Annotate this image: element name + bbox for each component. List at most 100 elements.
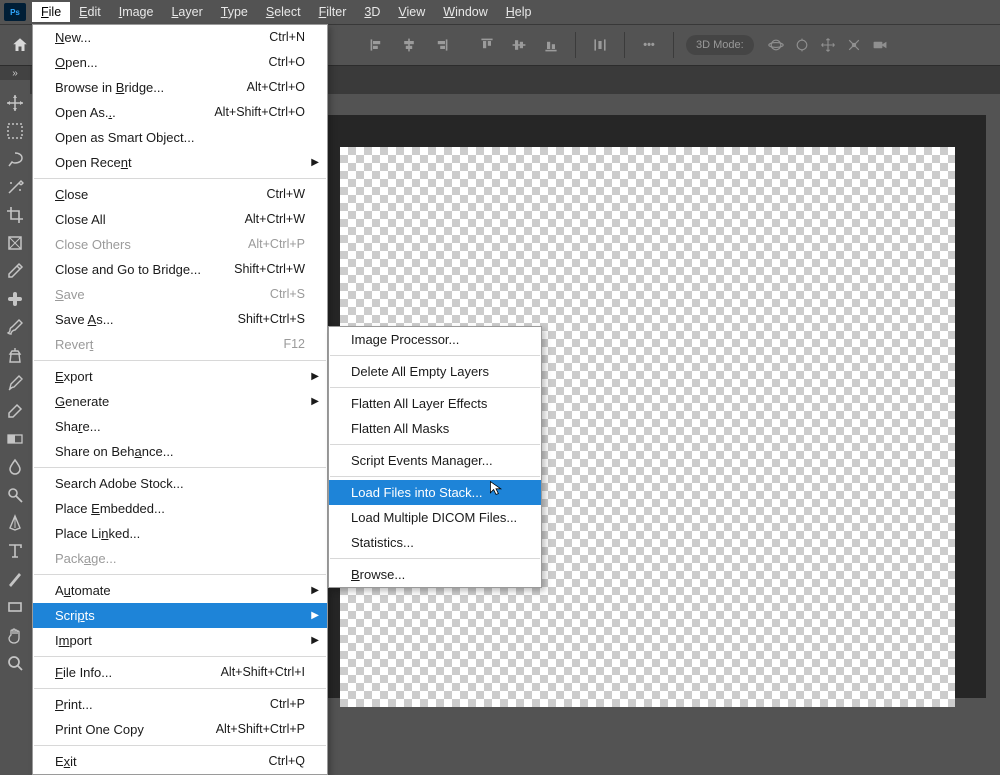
- separator: [330, 444, 540, 445]
- menu-item-label: Delete All Empty Layers: [351, 363, 489, 380]
- file-print-one-copy[interactable]: Print One CopyAlt+Shift+Ctrl+P: [33, 717, 327, 742]
- tool-lasso-icon[interactable]: [2, 146, 28, 172]
- menu-item-label: Share...: [55, 418, 101, 435]
- separator: [575, 32, 576, 58]
- align-left-icon[interactable]: [365, 33, 389, 57]
- file-export[interactable]: Export▶: [33, 364, 327, 389]
- more-icon[interactable]: •••: [637, 33, 661, 57]
- pan-icon[interactable]: [820, 37, 836, 53]
- menu-view[interactable]: View: [389, 2, 434, 22]
- tool-brush-icon[interactable]: [2, 314, 28, 340]
- scripts-script-events-manager[interactable]: Script Events Manager...: [329, 448, 541, 473]
- tool-crop-icon[interactable]: [2, 202, 28, 228]
- menu-file[interactable]: File: [32, 2, 70, 22]
- file-close-all[interactable]: Close AllAlt+Ctrl+W: [33, 207, 327, 232]
- scripts-image-processor[interactable]: Image Processor...: [329, 327, 541, 352]
- file-automate[interactable]: Automate▶: [33, 578, 327, 603]
- scripts-flatten-all-masks[interactable]: Flatten All Masks: [329, 416, 541, 441]
- menu-image[interactable]: Image: [110, 2, 163, 22]
- file-save: SaveCtrl+S: [33, 282, 327, 307]
- file-generate[interactable]: Generate▶: [33, 389, 327, 414]
- menu-type[interactable]: Type: [212, 2, 257, 22]
- menu-select[interactable]: Select: [257, 2, 310, 22]
- file-file-info[interactable]: File Info...Alt+Shift+Ctrl+I: [33, 660, 327, 685]
- separator: [624, 32, 625, 58]
- tool-eyedrop-icon[interactable]: [2, 258, 28, 284]
- home-icon[interactable]: [8, 33, 32, 57]
- file-open-recent[interactable]: Open Recent▶: [33, 150, 327, 175]
- menu-item-label: Export: [55, 368, 93, 385]
- tool-heal-icon[interactable]: [2, 286, 28, 312]
- tool-clone-icon[interactable]: [2, 342, 28, 368]
- tool-blur-icon[interactable]: [2, 454, 28, 480]
- tool-move-icon[interactable]: [2, 90, 28, 116]
- orbit-icon[interactable]: [768, 37, 784, 53]
- file-save-as[interactable]: Save As...Shift+Ctrl+S: [33, 307, 327, 332]
- menu-window[interactable]: Window: [434, 2, 496, 22]
- tool-hand-icon[interactable]: [2, 622, 28, 648]
- align-right-icon[interactable]: [429, 33, 453, 57]
- menu-edit[interactable]: Edit: [70, 2, 110, 22]
- menu-filter[interactable]: Filter: [310, 2, 356, 22]
- align-bottom-icon[interactable]: [539, 33, 563, 57]
- tool-dodge-icon[interactable]: [2, 482, 28, 508]
- file-import[interactable]: Import▶: [33, 628, 327, 653]
- menu-item-label: Open as Smart Object...: [55, 129, 194, 146]
- file-close[interactable]: Close Ctrl+W: [33, 182, 327, 207]
- scripts-statistics[interactable]: Statistics...: [329, 530, 541, 555]
- slide-icon[interactable]: [846, 37, 862, 53]
- file-share[interactable]: Share...: [33, 414, 327, 439]
- scripts-load-files-into-stack[interactable]: Load Files into Stack...: [329, 480, 541, 505]
- tool-type-icon[interactable]: [2, 538, 28, 564]
- expand-panels-icon[interactable]: »: [0, 66, 30, 80]
- align-center-v-icon[interactable]: [507, 33, 531, 57]
- roll-icon[interactable]: [794, 37, 810, 53]
- tool-marquee-icon[interactable]: [2, 118, 28, 144]
- scripts-flatten-all-layer-effects[interactable]: Flatten All Layer Effects: [329, 391, 541, 416]
- menubar: Ps FileEditImageLayerTypeSelectFilter3DV…: [0, 0, 1000, 24]
- menu-3d[interactable]: 3D: [355, 2, 389, 22]
- tool-history-icon[interactable]: [2, 370, 28, 396]
- file-browse-in-bridge[interactable]: Browse in Bridge...Alt+Ctrl+O: [33, 75, 327, 100]
- menu-item-label: Close: [55, 186, 88, 203]
- menu-item-label: Save As...: [55, 311, 114, 328]
- tool-path-icon[interactable]: [2, 566, 28, 592]
- menu-help[interactable]: Help: [497, 2, 541, 22]
- tool-wand-icon[interactable]: [2, 174, 28, 200]
- separator: [330, 558, 540, 559]
- menu-item-label: Generate: [55, 393, 109, 410]
- menu-item-label: Import: [55, 632, 92, 649]
- shortcut-label: Ctrl+W: [266, 186, 305, 203]
- scripts-browse[interactable]: Browse...: [329, 562, 541, 587]
- distribute-icon[interactable]: [588, 33, 612, 57]
- file-scripts[interactable]: Scripts▶: [33, 603, 327, 628]
- file-open-as-smart-object[interactable]: Open as Smart Object...: [33, 125, 327, 150]
- tool-frame-icon[interactable]: [2, 230, 28, 256]
- camera-icon[interactable]: [872, 37, 888, 53]
- scripts-load-multiple-dicom-files[interactable]: Load Multiple DICOM Files...: [329, 505, 541, 530]
- file-place-linked[interactable]: Place Linked...: [33, 521, 327, 546]
- tool-eraser-icon[interactable]: [2, 398, 28, 424]
- file-share-on-behance[interactable]: Share on Behance...: [33, 439, 327, 464]
- menu-layer[interactable]: Layer: [162, 2, 211, 22]
- file-package: Package...: [33, 546, 327, 571]
- file-print[interactable]: Print...Ctrl+P: [33, 692, 327, 717]
- separator: [34, 360, 326, 361]
- scripts-delete-all-empty-layers[interactable]: Delete All Empty Layers: [329, 359, 541, 384]
- file-open[interactable]: Open...Ctrl+O: [33, 50, 327, 75]
- file-search-adobe-stock[interactable]: Search Adobe Stock...: [33, 471, 327, 496]
- file-open-as[interactable]: Open As...Alt+Shift+Ctrl+O: [33, 100, 327, 125]
- tool-pen-icon[interactable]: [2, 510, 28, 536]
- tool-gradient-icon[interactable]: [2, 426, 28, 452]
- separator: [330, 355, 540, 356]
- align-top-icon[interactable]: [475, 33, 499, 57]
- separator: [330, 387, 540, 388]
- file-place-embedded[interactable]: Place Embedded...: [33, 496, 327, 521]
- tool-zoom-icon[interactable]: [2, 650, 28, 676]
- file-new[interactable]: New...Ctrl+N: [33, 25, 327, 50]
- shortcut-label: Ctrl+P: [270, 696, 305, 713]
- tool-rect-icon[interactable]: [2, 594, 28, 620]
- file-close-and-go-to-bridge[interactable]: Close and Go to Bridge...Shift+Ctrl+W: [33, 257, 327, 282]
- align-center-h-icon[interactable]: [397, 33, 421, 57]
- file-exit[interactable]: ExitCtrl+Q: [33, 749, 327, 774]
